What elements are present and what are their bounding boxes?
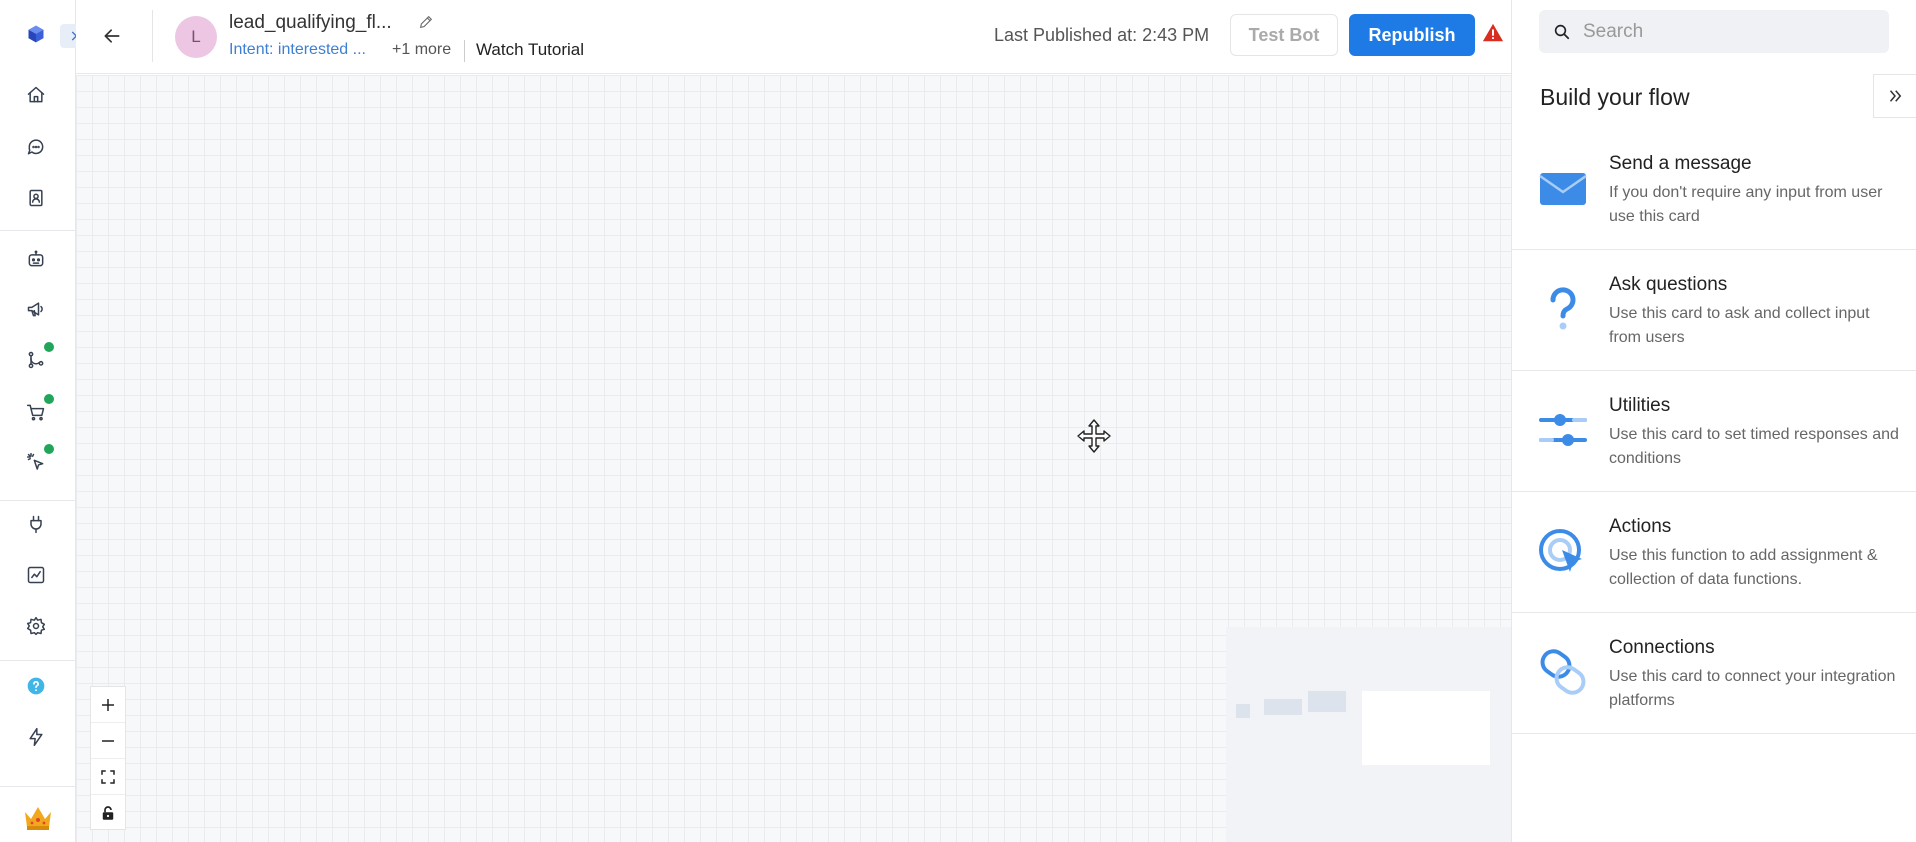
arrow-left-icon: [104, 29, 120, 43]
chat-icon[interactable]: [22, 133, 50, 161]
minus-icon: [102, 739, 114, 742]
app-logo-icon[interactable]: [22, 20, 50, 48]
settings-gear-icon[interactable]: [22, 612, 50, 640]
nav-divider: [0, 500, 76, 501]
card-actions[interactable]: Actions Use this function to add assignm…: [1512, 492, 1916, 613]
left-nav: [0, 0, 76, 842]
lightning-icon[interactable]: [22, 723, 50, 751]
intent-link[interactable]: Intent: interested ...: [229, 41, 366, 59]
help-icon[interactable]: [22, 672, 50, 700]
cursor-click-icon: [1538, 526, 1588, 576]
contacts-icon[interactable]: [22, 184, 50, 212]
plug-icon[interactable]: [22, 510, 50, 538]
zoom-in-button[interactable]: [91, 687, 125, 723]
search-input[interactable]: [1583, 10, 1883, 53]
click-cursor-icon[interactable]: [22, 444, 54, 476]
collapse-panel-button[interactable]: [1873, 74, 1916, 118]
flow-header: L lead_qualifying_fl... Intent: interest…: [76, 0, 1511, 74]
header-divider: [152, 10, 153, 62]
cart-status-dot: [44, 394, 54, 404]
flows-status-dot: [44, 342, 54, 352]
search-box: [1539, 10, 1889, 53]
crown-icon[interactable]: [22, 802, 54, 832]
lock-view-button[interactable]: [91, 795, 125, 831]
last-published-text: Last Published at: 2:43 PM: [994, 25, 1210, 45]
minimap[interactable]: [1226, 627, 1511, 842]
nav-divider: [0, 660, 76, 661]
back-button[interactable]: [98, 22, 126, 50]
flow-avatar: L: [175, 16, 217, 58]
card-title: Utilities: [1609, 395, 1671, 416]
plus-icon: [102, 698, 114, 711]
test-bot-button[interactable]: Test Bot: [1230, 14, 1338, 56]
minimap-node: [1236, 704, 1250, 718]
cart-icon[interactable]: [22, 394, 54, 426]
card-description: If you don't require any input from user…: [1609, 184, 1883, 225]
nav-divider: [0, 786, 76, 787]
panel-title: Build your flow: [1540, 84, 1690, 110]
card-title: Ask questions: [1609, 274, 1728, 295]
sliders-icon: [1538, 405, 1588, 455]
card-send-message[interactable]: Send a message If you don't require any …: [1512, 129, 1916, 250]
search-icon: [1554, 24, 1570, 40]
flows-icon[interactable]: [22, 342, 54, 374]
minimap-viewport[interactable]: [1362, 691, 1490, 765]
cursor-status-dot: [44, 444, 54, 454]
minimap-node: [1308, 691, 1346, 712]
lock-icon: [102, 806, 114, 820]
watch-tutorial-link[interactable]: Watch Tutorial: [476, 40, 584, 60]
link-icon: [1538, 647, 1588, 697]
card-description: Use this function to add assignment & co…: [1609, 547, 1878, 588]
question-mark-icon: [1538, 284, 1588, 334]
card-description: Use this card to connect your integratio…: [1609, 668, 1896, 709]
republish-button[interactable]: Republish: [1349, 14, 1475, 56]
fit-view-button[interactable]: [91, 759, 125, 795]
move-cursor-icon: [1076, 418, 1112, 454]
analytics-icon[interactable]: [22, 561, 50, 589]
card-title: Send a message: [1609, 153, 1752, 174]
minimap-node: [1264, 699, 1302, 715]
build-flow-panel: Build your flow Send a message If you do…: [1511, 0, 1916, 842]
card-connections[interactable]: Connections Use this card to connect you…: [1512, 613, 1916, 734]
envelope-icon: [1538, 163, 1588, 213]
warning-icon[interactable]: [1482, 22, 1504, 44]
zoom-out-button[interactable]: [91, 723, 125, 759]
fullscreen-icon: [101, 769, 115, 784]
bot-icon[interactable]: [22, 245, 50, 273]
more-intents-link[interactable]: +1 more: [392, 41, 451, 59]
header-divider: [464, 40, 465, 62]
card-description: Use this card to ask and collect input f…: [1609, 305, 1870, 346]
double-chevron-right-icon: [1889, 90, 1902, 102]
card-title: Actions: [1609, 516, 1672, 537]
flow-name: lead_qualifying_fl...: [229, 12, 392, 33]
card-utilities[interactable]: Utilities Use this card to set timed res…: [1512, 371, 1916, 492]
home-icon[interactable]: [22, 81, 50, 109]
card-ask-questions[interactable]: Ask questions Use this card to ask and c…: [1512, 250, 1916, 371]
card-title: Connections: [1609, 637, 1715, 658]
edit-pencil-icon[interactable]: [418, 14, 436, 32]
zoom-controls: [90, 686, 126, 830]
megaphone-icon[interactable]: [22, 295, 50, 323]
nav-divider: [0, 230, 76, 231]
card-description: Use this card to set timed responses and…: [1609, 426, 1899, 467]
